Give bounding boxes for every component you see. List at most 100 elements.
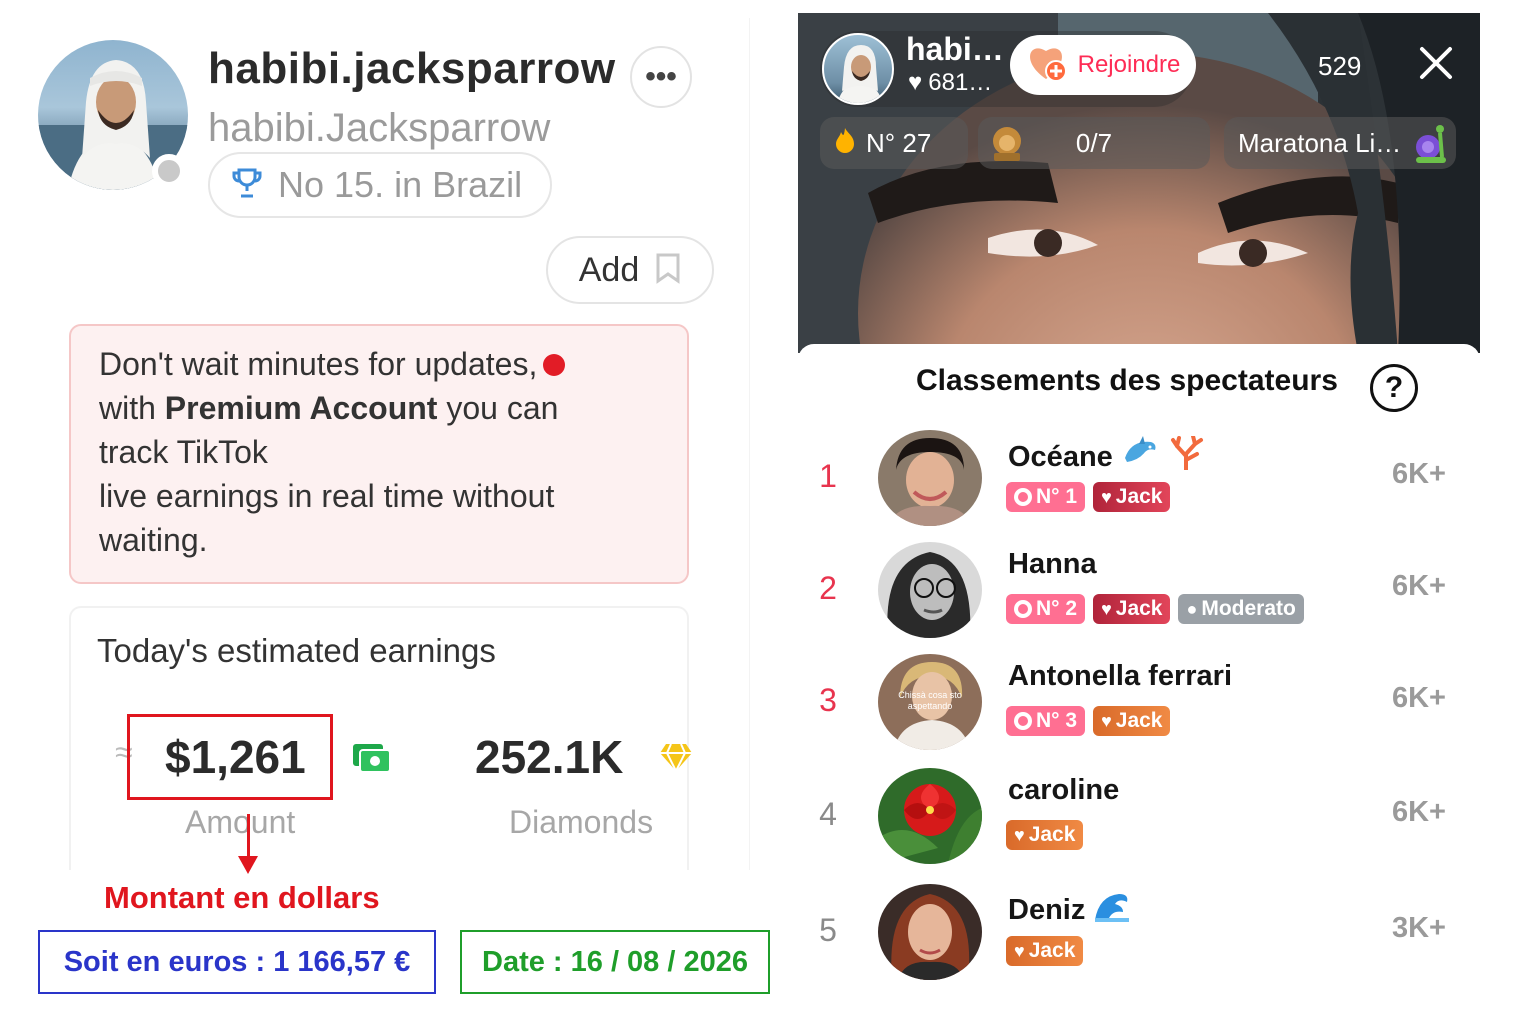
promo-line-5: waiting. bbox=[99, 522, 208, 558]
moderator-icon: ● bbox=[1186, 598, 1198, 619]
live-red-dot-icon bbox=[543, 354, 566, 376]
dollar-annotation: Montant en dollars bbox=[104, 880, 380, 915]
coral-icon bbox=[1167, 434, 1205, 478]
ranking-row[interactable]: 1 Océane N° 1 ♥ Jack 6K+ bbox=[798, 430, 1480, 540]
heart-plus-icon bbox=[1026, 43, 1070, 88]
add-label: Add bbox=[578, 250, 640, 289]
viewer-name: Deniz bbox=[1008, 890, 1131, 930]
avatar-caption: Chissà cosa sto bbox=[898, 690, 962, 700]
snail-icon bbox=[1412, 119, 1448, 172]
more-options-button[interactable]: ••• bbox=[630, 46, 692, 108]
heart-icon: ♥ bbox=[1014, 824, 1025, 845]
goal-chip-label: 0/7 bbox=[1075, 127, 1113, 158]
promo-line-3: track TikTok bbox=[99, 434, 268, 470]
fan-club-badge: ♥ Jack bbox=[1006, 936, 1084, 966]
cash-icon bbox=[351, 742, 393, 779]
fan-club-badge: ♥ Jack bbox=[1093, 706, 1171, 736]
annotation-arrow-head bbox=[238, 856, 258, 874]
viewer-avatar[interactable] bbox=[878, 884, 982, 980]
euro-conversion-box: Soit en euros : 1 166,57 € bbox=[38, 930, 436, 994]
medal-icon bbox=[1014, 488, 1032, 506]
viewer-avatar[interactable]: Chissà cosa sto aspettando bbox=[878, 654, 982, 750]
promo-line-2: with Premium Account you can bbox=[99, 390, 559, 426]
flame-icon bbox=[834, 126, 856, 161]
host-likes: ♥ 681… bbox=[908, 69, 993, 96]
rank-badge: N° 1 bbox=[1006, 482, 1086, 512]
viewer-name: caroline bbox=[1008, 774, 1120, 806]
viewer-avatar[interactable] bbox=[878, 768, 982, 864]
dolphin-icon bbox=[1121, 436, 1159, 478]
premium-promo-banner[interactable]: Don't wait minutes for updates, with Pre… bbox=[69, 324, 689, 584]
ranking-row[interactable]: 5 Deniz ♥ Jack 3K+ bbox=[798, 884, 1480, 994]
rank-position: 3 bbox=[819, 682, 837, 718]
trophy-icon bbox=[230, 166, 264, 205]
amount-caption: Amount bbox=[185, 804, 296, 840]
viewer-avatar[interactable] bbox=[878, 430, 982, 526]
amount-value: $1,261 bbox=[165, 731, 306, 783]
online-status-indicator bbox=[152, 154, 186, 188]
lion-gift-icon bbox=[988, 121, 1026, 170]
rank-position: 4 bbox=[819, 796, 837, 832]
username: habibi.jacksparrow bbox=[208, 44, 616, 93]
diamond-icon bbox=[659, 740, 693, 779]
viewer-avatar[interactable] bbox=[878, 542, 982, 638]
join-button[interactable]: Rejoindre bbox=[1010, 35, 1196, 95]
live-stream-view[interactable]: habi… ♥ 681… Rejoindre 529 N° 27 0/7 Mar… bbox=[798, 13, 1480, 353]
rank-label: No 15. in Brazil bbox=[278, 164, 523, 205]
premium-account-link: Premium Account bbox=[164, 390, 438, 426]
rank-position: 1 bbox=[819, 458, 837, 494]
ranking-row[interactable]: 3 Chissà cosa sto aspettando Antonella fe… bbox=[798, 654, 1480, 764]
rank-badge: N° 2 bbox=[1006, 594, 1086, 624]
viewer-score: 6K+ bbox=[1391, 570, 1446, 602]
viewer-score: 6K+ bbox=[1391, 458, 1446, 490]
medal-icon bbox=[1014, 712, 1032, 730]
earnings-title: Today's estimated earnings bbox=[97, 632, 496, 669]
country-rank-badge: No 15. in Brazil bbox=[208, 152, 552, 218]
help-icon[interactable]: ? bbox=[1370, 364, 1418, 412]
viewer-score: 6K+ bbox=[1391, 682, 1446, 714]
heart-icon: ♥ bbox=[1101, 598, 1112, 619]
viewer-score: 6K+ bbox=[1391, 796, 1446, 828]
medal-icon bbox=[1014, 600, 1032, 618]
promo-line-1: Don't wait minutes for updates, bbox=[99, 342, 659, 386]
diamonds-value: 252.1K bbox=[475, 731, 624, 783]
heart-icon: ♥ bbox=[1101, 710, 1112, 731]
host-avatar[interactable] bbox=[822, 33, 894, 105]
user-handle: habibi.Jacksparrow bbox=[208, 106, 551, 150]
viewer-ranking-sheet: Classements des spectateurs ? 1 Océane N… bbox=[798, 344, 1480, 1008]
rank-chip-label: N° 27 bbox=[866, 127, 932, 158]
promo-line-4: live earnings in real time without bbox=[99, 478, 555, 514]
fan-club-badge: ♥ Jack bbox=[1006, 820, 1084, 850]
fan-club-badge: ♥ Jack bbox=[1093, 594, 1171, 624]
marathon-chip[interactable]: Maratona Li… bbox=[1224, 117, 1456, 169]
avatar-caption-2: aspettando bbox=[908, 701, 953, 711]
profile-avatar[interactable] bbox=[38, 40, 190, 192]
rank-badge: N° 3 bbox=[1006, 706, 1086, 736]
bookmark-icon bbox=[655, 252, 681, 289]
viewer-name: Hanna bbox=[1008, 548, 1097, 580]
heart-icon: ♥ bbox=[1014, 940, 1025, 961]
creator-stats-panel: habibi.jacksparrow habibi.Jacksparrow ••… bbox=[28, 18, 750, 870]
ranking-row[interactable]: 2 Hanna N° 2 ♥ Jack ● Moderato 6K+ bbox=[798, 542, 1480, 652]
viewer-count[interactable]: 529 bbox=[1318, 51, 1361, 82]
viewer-score: 3K+ bbox=[1391, 912, 1446, 944]
join-label: Rejoindre bbox=[1077, 51, 1181, 78]
hourly-rank-chip[interactable]: N° 27 bbox=[820, 117, 968, 169]
ranking-title: Classements des spectateurs bbox=[916, 364, 1338, 397]
wave-icon bbox=[1093, 890, 1131, 930]
diamonds-caption: Diamonds bbox=[509, 804, 654, 840]
rank-position: 2 bbox=[819, 570, 837, 606]
more-dots-icon: ••• bbox=[645, 60, 677, 93]
earnings-card: Today's estimated earnings ≈ $1,261 Amou… bbox=[69, 606, 692, 870]
gift-goal-chip[interactable]: 0/7 bbox=[978, 117, 1210, 169]
add-bookmark-button[interactable]: Add bbox=[546, 236, 714, 304]
moderator-badge: ● Moderato bbox=[1178, 594, 1304, 624]
heart-icon: ♥ bbox=[908, 69, 923, 96]
ranking-row[interactable]: 4 caroline ♥ Jack 6K+ bbox=[798, 768, 1480, 878]
fan-club-badge: ♥ Jack bbox=[1093, 482, 1171, 512]
host-name: habi… bbox=[906, 31, 1004, 67]
date-box: Date : 16 / 08 / 2026 bbox=[460, 930, 770, 994]
viewer-name: Antonella ferrari bbox=[1008, 660, 1232, 692]
viewer-name: Océane bbox=[1008, 434, 1205, 478]
close-icon[interactable] bbox=[1416, 43, 1456, 83]
